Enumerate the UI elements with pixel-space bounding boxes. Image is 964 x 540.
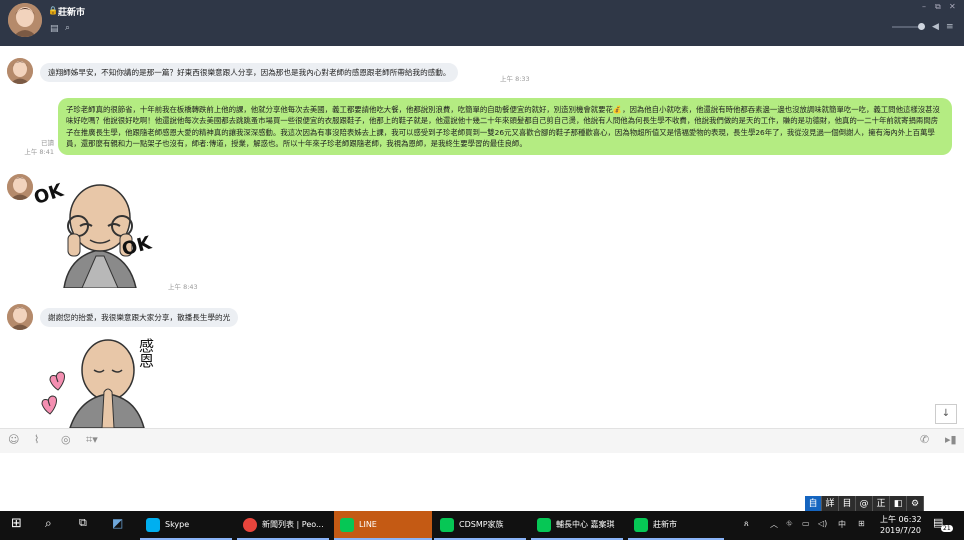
input-toolbar <box>0 428 964 454</box>
message-bubble[interactable]: 謝謝您的抬愛，我很樂意跟大家分享，散播長生學的光 <box>40 308 239 327</box>
clock-date[interactable]: 2019/7/20 <box>880 526 921 535</box>
task-label: Skype <box>165 520 190 529</box>
line-icon <box>340 517 354 532</box>
task-label: LINE <box>359 520 377 529</box>
crop-capture-icon[interactable]: ⌗▾ <box>86 433 98 447</box>
notification-count: 21 <box>941 525 953 532</box>
chevron-up-icon[interactable]: ︿ <box>770 519 778 530</box>
message-bubble-outgoing[interactable]: 子珍老師真的很節省，十年前我在板橋轉跌前上他的課，他就分享他每次去美國，義工都要… <box>58 98 952 156</box>
network-icon[interactable]: ⛗ <box>786 519 792 529</box>
task-label: 莊新市 <box>653 520 677 529</box>
skype-icon <box>146 517 160 532</box>
close-button[interactable]: ✕ <box>949 2 956 11</box>
message-time: 上午 8:33 <box>500 75 530 83</box>
ime-button[interactable]: ◧ <box>890 496 907 512</box>
windows-start-icon[interactable]: ⊞ <box>11 516 22 531</box>
task-label: 新聞列表 | Peo... <box>262 520 324 529</box>
sender-avatar[interactable] <box>7 58 33 84</box>
chat-title: 莊新市 <box>58 8 86 18</box>
ime-button[interactable]: 詳 <box>822 496 839 512</box>
search-icon[interactable]: ⌕ <box>45 516 52 531</box>
sender-avatar[interactable] <box>7 304 33 330</box>
taskbar-skype[interactable]: Skype <box>140 511 232 540</box>
task-view-icon[interactable]: ⧉ <box>79 516 87 530</box>
lock-icon: 🔒 <box>48 6 58 15</box>
task-label: 輔長中心 嘉案琪 <box>556 520 615 529</box>
ime-toolbar[interactable]: 自 詳 目 @ 正 ◧ ⚙ <box>805 496 924 512</box>
sender-avatar[interactable] <box>7 174 33 200</box>
video-call-icon[interactable]: ▸▮ <box>945 433 957 446</box>
screenshot-icon[interactable]: ◎ <box>61 433 71 446</box>
keyboard-icon[interactable]: ⊞ <box>858 519 865 528</box>
sticker-caption: 感恩 <box>137 338 155 368</box>
gratitude-sticker[interactable]: 感恩 <box>40 336 170 428</box>
read-status: 已讀 上午 8:41 <box>20 139 54 157</box>
ime-mode-indicator[interactable]: 中 <box>838 519 846 530</box>
ime-button[interactable]: ⚙ <box>907 496 924 512</box>
clock-time[interactable]: 上午 06:32 <box>880 514 922 525</box>
minimize-button[interactable]: – <box>922 2 926 11</box>
battery-icon[interactable]: ▭ <box>802 519 810 528</box>
chrome-icon <box>243 517 257 532</box>
volume-icon[interactable]: ◁) <box>818 519 827 528</box>
task-label: CDSMP家族 <box>459 520 504 529</box>
app-pinned-icon[interactable]: ◩ <box>112 516 123 530</box>
ime-button[interactable]: 正 <box>873 496 890 512</box>
line-user-icon <box>634 517 648 532</box>
search-icon[interactable]: ⌕ <box>65 23 70 33</box>
taskbar-line-chat[interactable]: 輔長中心 嘉案琪 <box>531 511 623 540</box>
chat-messages[interactable]: 遠翔師姊早安，不知你講的是那一篇？好東西很樂意跟人分享，因為那也是我內心對老師的… <box>0 46 964 428</box>
voice-call-icon[interactable]: ✆ <box>920 433 929 446</box>
people-icon[interactable]: ጸ <box>744 519 749 529</box>
contact-avatar[interactable] <box>8 3 42 37</box>
avatar-image <box>7 58 33 84</box>
taskbar-line-group[interactable]: CDSMP家族 <box>434 511 526 540</box>
ime-button[interactable]: 目 <box>839 496 856 512</box>
maximize-button[interactable]: ⧉ <box>935 2 941 12</box>
menu-icon[interactable]: ≡ <box>946 22 954 32</box>
taskbar-line-chat[interactable]: 莊新市 <box>628 511 724 540</box>
ime-button[interactable]: @ <box>856 496 873 512</box>
chat-header <box>0 0 964 46</box>
notes-icon[interactable]: ▤ <box>50 24 59 34</box>
emoji-icon[interactable]: ☺ <box>8 433 19 446</box>
zoom-slider-handle[interactable] <box>918 23 925 30</box>
attach-file-icon[interactable]: ⌇ <box>34 433 39 446</box>
read-label: 已讀 <box>41 139 54 147</box>
avatar-image <box>8 3 42 37</box>
message-time: 上午 8:43 <box>168 283 198 291</box>
message-time: 上午 8:41 <box>24 148 54 156</box>
taskbar-chrome[interactable]: 新聞列表 | Peo... <box>237 511 329 540</box>
avatar-image <box>7 304 33 330</box>
avatar-image <box>7 174 33 200</box>
line-user-icon <box>537 517 551 532</box>
ok-sticker[interactable]: OK OK <box>31 176 164 289</box>
volume-icon[interactable]: ◀ <box>932 22 939 32</box>
scroll-to-bottom-button[interactable]: ↓ <box>935 404 957 424</box>
message-bubble[interactable]: 遠翔師姊早安，不知你講的是那一篇？好東西很樂意跟人分享，因為那也是我內心對老師的… <box>40 63 459 82</box>
line-group-icon <box>440 517 454 532</box>
ime-button[interactable]: 自 <box>805 496 822 512</box>
taskbar-line[interactable]: LINE <box>334 511 432 540</box>
